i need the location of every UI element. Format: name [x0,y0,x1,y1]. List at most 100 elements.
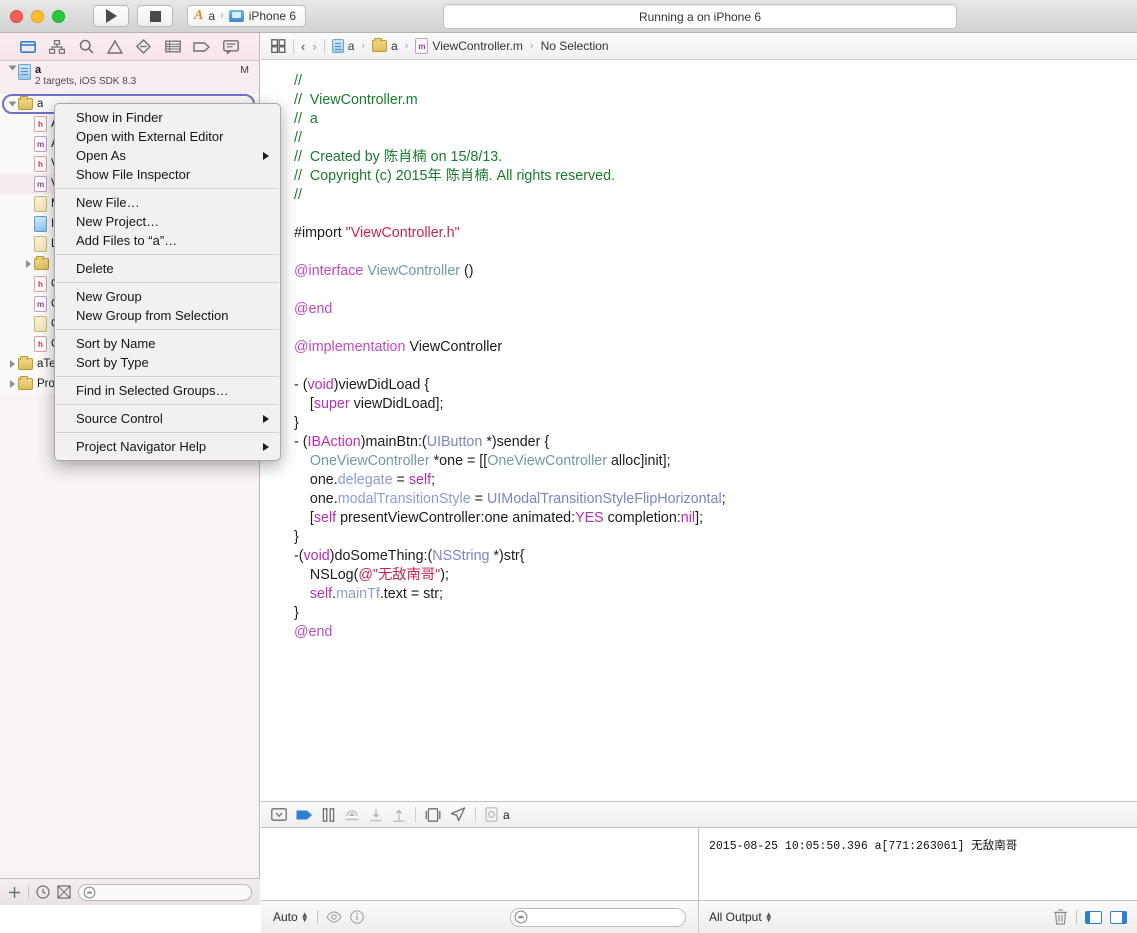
related-items-icon[interactable] [271,39,286,53]
footer-divider [28,885,29,899]
code-token: .text = str; [379,586,443,602]
console-output-view[interactable]: 2015-08-25 10:05:50.396 a[771:263061] 无敌… [699,828,1137,900]
variables-view[interactable] [261,828,699,900]
code-line: @end [294,623,1137,642]
trash-icon[interactable] [1053,909,1068,925]
folder-icon[interactable] [18,38,38,56]
menu-item[interactable]: Find in Selected Groups… [55,381,280,400]
menu-item[interactable]: Open with External Editor [55,127,280,146]
submenu-arrow-icon [263,414,269,423]
step-over-icon[interactable] [344,808,360,821]
breadcrumb-item-group[interactable]: a [372,38,398,53]
menu-item-label: Find in Selected Groups… [76,383,229,398]
scheme-destination-label: iPhone 6 [248,9,297,23]
code-token: self [313,510,337,526]
run-button[interactable] [93,5,129,27]
menu-item[interactable]: Add Files to “a”… [55,231,280,250]
menu-item[interactable]: Open As [55,146,280,165]
code-token: [ [294,510,314,526]
code-token: @end [294,301,333,317]
process-label: a [503,807,510,822]
hide-debug-area-icon[interactable] [271,808,287,821]
breadcrumb-item-file[interactable]: m ViewController.m [415,38,523,54]
menu-item-label: New Project… [76,214,160,229]
breakpoint-icon[interactable] [134,38,154,56]
menu-separator [56,329,279,330]
scope-popup[interactable]: Auto ▲ ▼ [273,910,309,924]
output-popup-label: All Output [709,910,762,924]
disclosure-triangle-icon[interactable] [6,100,18,108]
menu-item-label: Open As [76,148,126,163]
chevron-left-icon[interactable]: ‹ [301,39,305,54]
menu-separator [56,376,279,377]
code-token: "ViewController.h" [345,225,460,241]
report-icon[interactable] [221,38,241,56]
test-icon[interactable] [163,38,183,56]
menu-item[interactable]: Show in Finder [55,108,280,127]
menu-item[interactable]: Show File Inspector [55,165,280,184]
chevron-right-icon[interactable]: › [312,39,316,54]
menu-item[interactable]: Sort by Type [55,353,280,372]
show-variables-icon[interactable] [325,911,342,923]
location-simulate-icon[interactable] [450,807,466,822]
code-line: } [294,528,1137,547]
info-icon[interactable] [349,910,364,924]
title-bar: A a › iPhone 6 Running a on iPhone 6 [0,0,1137,33]
step-out-icon[interactable] [392,808,406,822]
code-token: IBAction [307,434,361,450]
menu-item[interactable]: New File… [55,193,280,212]
stop-button[interactable] [137,5,173,27]
window-controls [10,9,65,23]
minimize-window-button[interactable] [31,9,44,23]
filter-input[interactable] [78,883,252,901]
menu-item[interactable]: Delete [55,259,280,278]
breadcrumb-item-project[interactable]: a [331,39,354,53]
project-navigator-context-menu[interactable]: Show in Finder Open with External Editor O… [54,103,281,461]
source-code-editor[interactable]: // // ViewController.m // a // // Created by… [261,60,1137,801]
zoom-window-button[interactable] [52,9,65,23]
menu-item-label: Project Navigator Help [76,439,207,454]
menu-item[interactable]: New Group from Selection [55,306,280,325]
disclosure-triangle-icon[interactable] [6,64,18,72]
view-debugging-icon[interactable] [425,807,441,822]
menu-item[interactable]: New Group [55,287,280,306]
filter-source-icon[interactable] [57,885,71,899]
pause-icon[interactable] [322,807,335,822]
source-icon: m [34,296,47,312]
code-line: [super viewDidLoad]; [294,395,1137,414]
add-icon[interactable] [8,886,21,899]
scheme-selector[interactable]: A a › iPhone 6 [187,5,307,27]
code-token: @"无敌南哥" [358,567,441,583]
disclosure-triangle-icon[interactable] [22,260,34,268]
chevron-updown-icon: ▲ ▼ [300,910,309,924]
source-control-icon[interactable] [47,38,67,56]
output-popup[interactable]: All Output ▲ ▼ [709,910,773,924]
show-console-toggle[interactable] [1110,910,1127,924]
warning-icon[interactable] [105,38,125,56]
xib-icon [34,236,47,252]
code-token: viewDidLoad]; [349,396,444,412]
recent-icon[interactable] [36,885,50,899]
tag-icon[interactable] [192,38,212,56]
code-token: *one = [[ [429,453,488,469]
menu-item[interactable]: New Project… [55,212,280,231]
menu-item[interactable]: Source Control [55,409,280,428]
step-into-icon[interactable] [369,808,383,822]
menu-item[interactable]: Project Navigator Help [55,437,280,456]
xib-icon [34,196,47,212]
search-icon[interactable] [76,38,96,56]
breadcrumb-label: No Selection [540,39,609,53]
continue-icon[interactable] [296,809,313,821]
variables-filter-input[interactable] [510,907,686,927]
disclosure-triangle-icon[interactable] [6,360,18,368]
menu-item[interactable]: Sort by Name [55,334,280,353]
debug-bar: a [261,801,1137,828]
show-variables-toggle[interactable] [1085,910,1102,924]
breadcrumb-item-selection[interactable]: No Selection [541,39,609,53]
code-token: ViewController [409,339,503,355]
close-window-button[interactable] [10,9,23,23]
navigator-row-project[interactable]: a 2 targets, iOS SDK 8.3 M [0,62,259,94]
disclosure-triangle-icon[interactable] [6,380,18,388]
code-line: } [294,414,1137,433]
code-token: OneViewController [487,453,607,469]
